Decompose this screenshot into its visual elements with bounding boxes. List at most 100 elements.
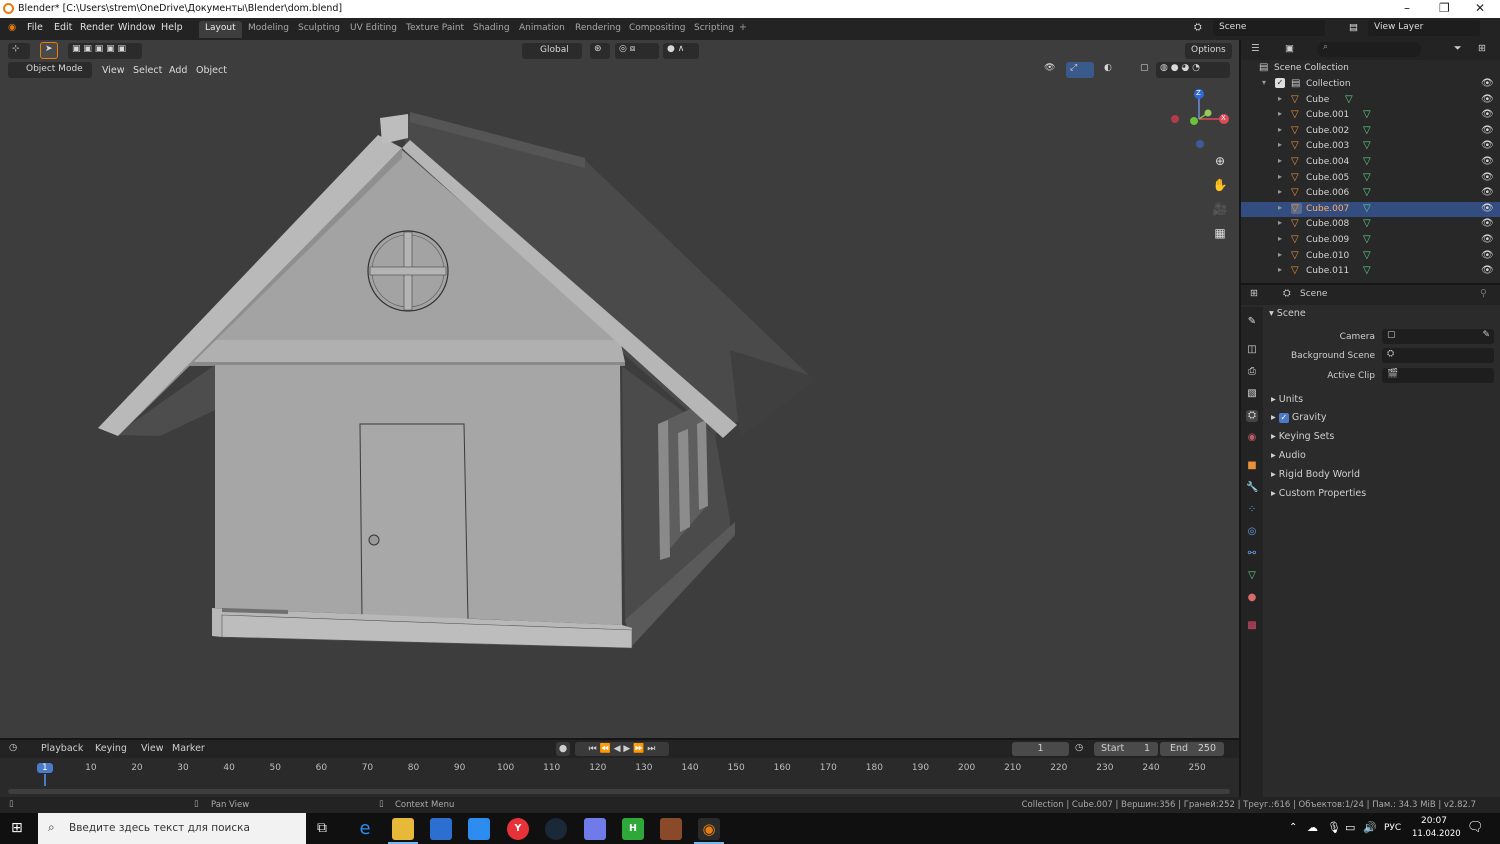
steam-icon[interactable] (545, 818, 567, 840)
mesh-data-icon[interactable]: ▽ (1363, 250, 1371, 261)
restore-icon[interactable]: ❐ (1439, 1, 1450, 15)
menu-window[interactable]: Window (118, 22, 155, 33)
minimize-icon[interactable]: – (1404, 1, 1410, 15)
tree-item-cube-010[interactable]: ▸ ▽ Cube.010 ▽ 👁 (1241, 249, 1500, 265)
expand-arrow-icon[interactable]: ▸ (1278, 94, 1282, 103)
tab-layout[interactable]: Layout (199, 21, 242, 38)
eye-icon[interactable]: 👁 (1481, 250, 1494, 261)
tab-uv-editing[interactable]: UV Editing (344, 21, 403, 38)
scene-selector[interactable]: Scene (1213, 20, 1325, 36)
scene-panel-header[interactable]: ▾ Scene (1269, 308, 1306, 319)
active-clip-field[interactable]: 🎬 (1382, 368, 1494, 383)
blender-menu-icon[interactable]: ◉ (8, 22, 16, 33)
gravity-section[interactable]: ▸ ✓ Gravity (1271, 412, 1327, 423)
mesh-data-tab-icon[interactable]: ▽ (1246, 570, 1258, 582)
clock-time[interactable]: 20:07 (1421, 816, 1447, 826)
tab-compositing[interactable]: Compositing (623, 21, 691, 38)
expand-arrow-icon[interactable]: ▸ (1278, 187, 1282, 196)
menu-help[interactable]: Help (161, 22, 183, 33)
mesh-data-icon[interactable]: ▽ (1363, 203, 1371, 214)
keying-sets-section[interactable]: ▸ Keying Sets (1271, 431, 1334, 442)
edge-icon[interactable]: e (354, 818, 376, 840)
tree-item-scene-collection[interactable]: ▤ Scene Collection (1241, 61, 1500, 77)
expand-arrow-icon[interactable]: ▸ (1278, 234, 1282, 243)
eye-icon[interactable]: 👁 (1481, 140, 1494, 151)
units-section[interactable]: ▸ Units (1271, 394, 1303, 405)
tab-sculpting[interactable]: Sculpting (292, 21, 346, 38)
eye-icon[interactable]: 👁 (1481, 203, 1494, 214)
tree-item-cube-007[interactable]: ▸ ▽ Cube.007 ▽ 👁 (1241, 201, 1500, 218)
texture-tab-icon[interactable]: ▩ (1246, 620, 1258, 632)
expand-arrow-icon[interactable]: ▸ (1278, 172, 1282, 181)
network-icon[interactable]: ▭ (1345, 821, 1355, 834)
render-tab-icon[interactable]: ◫ (1246, 344, 1258, 356)
eye-icon[interactable]: 👁 (1481, 109, 1494, 120)
clock-date[interactable]: 11.04.2020 (1412, 829, 1461, 839)
onedrive-icon[interactable]: ☁ (1307, 821, 1318, 834)
material-tab-icon[interactable]: ● (1246, 592, 1258, 604)
tree-item-cube-005[interactable]: ▸ ▽ Cube.005 ▽ 👁 (1241, 171, 1500, 187)
playhead-line[interactable] (44, 774, 46, 786)
tab-shading[interactable]: Shading (467, 21, 516, 38)
windows-start-icon[interactable]: ⊞ (11, 820, 23, 836)
constraints-tab-icon[interactable]: ⚯ (1246, 548, 1258, 560)
menu-edit[interactable]: Edit (54, 22, 72, 33)
tab-modeling[interactable]: Modeling (242, 21, 295, 38)
background-scene-field[interactable]: ⛭ (1382, 348, 1494, 363)
modifier-tab-icon[interactable]: 🔧 (1246, 482, 1258, 494)
tab-scripting[interactable]: Scripting (688, 21, 740, 38)
tab-texture-paint[interactable]: Texture Paint (400, 21, 470, 38)
eye-icon[interactable]: 👁 (1481, 94, 1494, 105)
mail-icon[interactable] (468, 818, 490, 840)
house-model[interactable] (0, 40, 1239, 738)
tray-expand-icon[interactable]: ⌃ (1289, 822, 1297, 833)
language-indicator[interactable]: РУС (1384, 823, 1401, 833)
expand-arrow-icon[interactable]: ▸ (1278, 109, 1282, 118)
eye-icon[interactable]: 👁 (1481, 265, 1494, 276)
world-tab-icon[interactable]: ◉ (1246, 432, 1258, 444)
taskbar-search-box[interactable]: ⌕ Введите здесь текст для поиска (38, 813, 306, 844)
menu-file[interactable]: File (27, 22, 43, 33)
task-view-icon[interactable]: ⧉ (317, 820, 327, 836)
tree-item-cube-006[interactable]: ▸ ▽ Cube.006 ▽ 👁 (1241, 186, 1500, 202)
eye-icon[interactable]: 👁 (1481, 234, 1494, 245)
app-h-icon[interactable]: H (622, 818, 644, 840)
tree-item-cube-003[interactable]: ▸ ▽ Cube.003 ▽ 👁 (1241, 139, 1500, 155)
mesh-data-icon[interactable]: ▽ (1363, 172, 1371, 183)
properties-type-icon[interactable]: ⊞ (1250, 288, 1258, 299)
eye-icon[interactable]: 👁 (1481, 78, 1494, 89)
mesh-data-icon[interactable]: ▽ (1363, 125, 1371, 136)
mesh-data-icon[interactable]: ▽ (1363, 156, 1371, 167)
tab-rendering[interactable]: Rendering (569, 21, 627, 38)
mesh-data-icon[interactable]: ▽ (1363, 109, 1371, 120)
expand-arrow-icon[interactable]: ▸ (1278, 218, 1282, 227)
mesh-data-icon[interactable]: ▽ (1363, 234, 1371, 245)
volume-icon[interactable]: 🔊 (1363, 821, 1377, 834)
new-collection-icon[interactable]: ⊞ (1478, 43, 1486, 54)
particles-tab-icon[interactable]: ⁘ (1246, 504, 1258, 516)
mesh-data-icon[interactable]: ▽ (1363, 140, 1371, 151)
tree-item-cube-001[interactable]: ▸ ▽ Cube.001 ▽ 👁 (1241, 108, 1500, 124)
tree-item-cube-002[interactable]: ▸ ▽ Cube.002 ▽ 👁 (1241, 124, 1500, 140)
close-icon[interactable]: ✕ (1475, 1, 1485, 15)
display-mode-icon[interactable]: ▣ (1285, 43, 1294, 54)
discord-icon[interactable] (584, 818, 606, 840)
mesh-data-icon[interactable]: ▽ (1363, 265, 1371, 276)
expand-arrow-icon[interactable]: ▸ (1278, 265, 1282, 274)
scene-tab-icon[interactable]: ⛭ (1246, 410, 1258, 422)
outliner-type-icon[interactable]: ☰ (1251, 43, 1260, 54)
tab-animation[interactable]: Animation (513, 21, 571, 38)
view-layer-selector[interactable]: View Layer (1368, 20, 1480, 36)
expand-arrow-icon[interactable]: ▸ (1278, 156, 1282, 165)
add-workspace-icon[interactable]: + (739, 22, 747, 33)
yandex-browser-icon[interactable]: Y (507, 818, 529, 840)
timeline-scrollbar[interactable] (8, 789, 1230, 794)
collection-checkbox[interactable]: ✓ (1275, 78, 1285, 88)
tree-item-cube-008[interactable]: ▸ ▽ Cube.008 ▽ 👁 (1241, 217, 1500, 233)
menu-render[interactable]: Render (80, 22, 114, 33)
camera-field[interactable]: ▢ ✎ (1382, 329, 1494, 344)
tree-item-collection[interactable]: ▾ ✓ ▤ Collection 👁 (1241, 77, 1500, 93)
outliner-search-input[interactable]: ⌕ (1317, 42, 1421, 57)
physics-tab-icon[interactable]: ◎ (1246, 526, 1258, 538)
pin-icon[interactable]: ⚲ (1480, 288, 1487, 299)
